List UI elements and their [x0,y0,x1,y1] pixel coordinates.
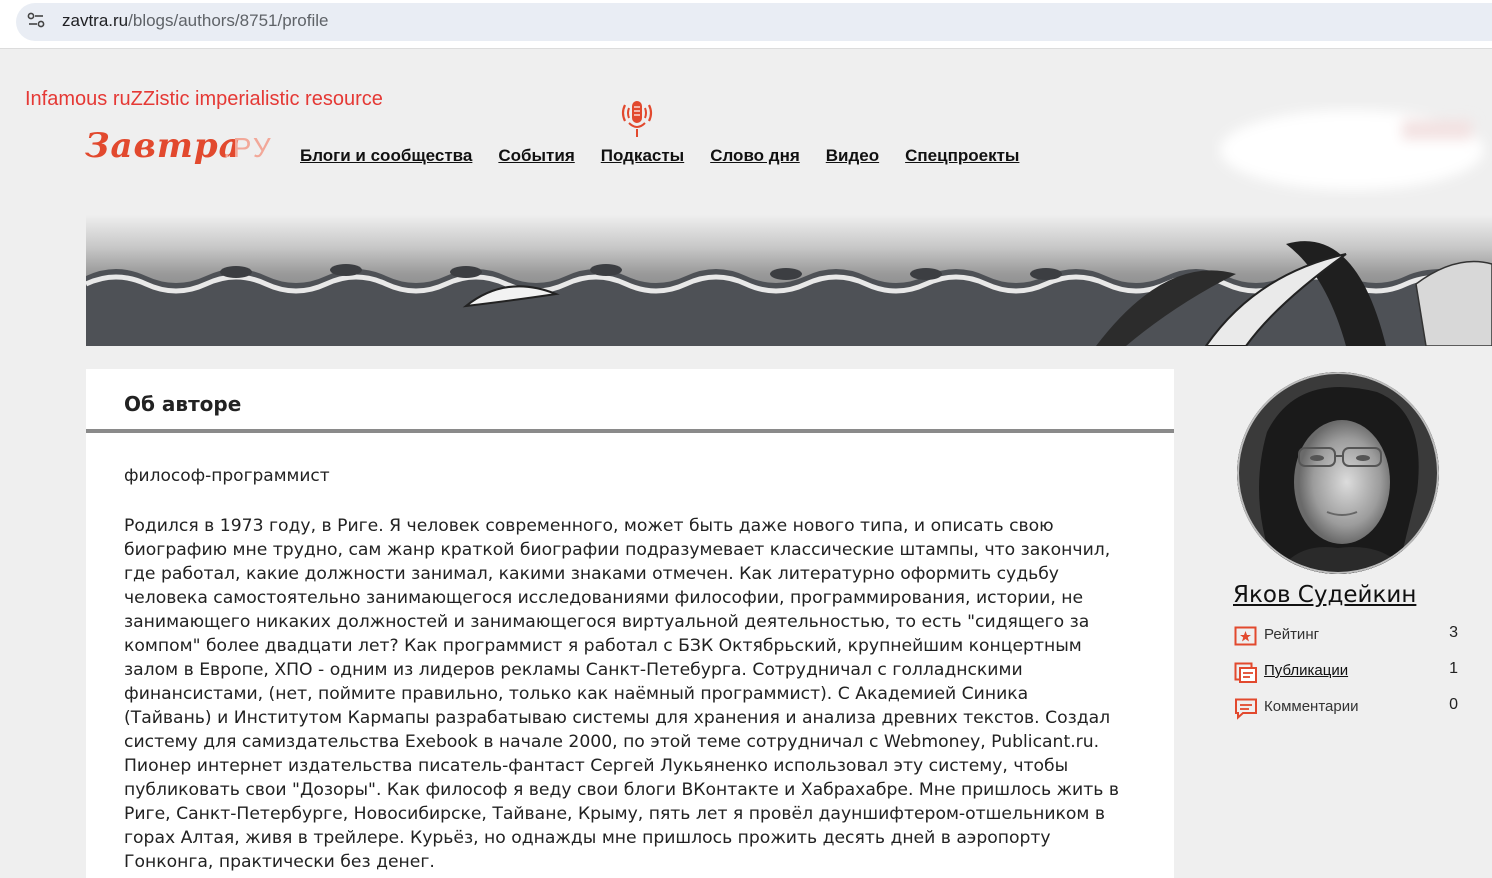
url-host: zavtra.ru [62,11,129,30]
overlay-annotation: Infamous ruZZistic imperialistic resourc… [25,88,383,110]
bio-line: Пионер интернет издательства писатель-фа… [124,756,1069,776]
stat-comments: Комментарии 0 [1234,696,1458,720]
url-path: /blogs/authors/8751/profile [128,11,329,30]
author-occupation: философ-программист [124,466,330,486]
stat-comments-label: Комментарии [1264,698,1359,715]
nav-events[interactable]: События [498,146,574,166]
nav-word-of-day[interactable]: Слово дня [710,146,800,166]
bio-line: систему для самиздательства Exebook в на… [124,732,1100,752]
header-banner-image [86,214,1492,346]
site-logo[interactable]: Завтра .РУ [85,126,275,168]
author-biography: Родился в 1973 году, в Риге. Я человек с… [124,514,1144,874]
stat-rating-value: 3 [1449,624,1458,641]
bio-line: компом" более двадцати лет? Как программ… [124,636,1082,656]
stat-publications-value: 1 [1449,660,1458,677]
nav-video[interactable]: Видео [826,146,879,166]
stat-comments-value: 0 [1449,696,1458,713]
logo-suffix-text: .РУ [223,132,273,163]
url-text[interactable]: zavtra.ru/blogs/authors/8751/profile [62,11,329,31]
about-author-card: Об авторе философ-программист Родился в … [86,369,1174,878]
author-name-link[interactable]: Яков Судейкин [1233,582,1416,608]
stat-publications-link[interactable]: Публикации [1264,662,1348,679]
stat-rating: Рейтинг 3 [1234,624,1458,648]
bio-line: (Тайвань) и Институтом Кармапы разрабаты… [124,708,1111,728]
logo-main-text: Завтра [85,126,242,166]
bio-line: публиковать свои "Дозоры". Как философ я… [124,780,1119,800]
microphone-icon [621,101,653,137]
publications-icon [1234,662,1257,683]
bio-line: биографию мне трудно, сам жанр краткой б… [124,540,1111,560]
bio-line: Риге, Санкт-Петербурге, Новосибирске, Та… [124,804,1105,824]
bio-line: горах Алтая, живя в трейлере. Курьёз, но… [124,828,1051,848]
bio-line: Гонконга, практически без денег. [124,852,435,872]
title-divider [86,429,1174,433]
browser-address-bar: zavtra.ru/blogs/authors/8751/profile [0,0,1492,49]
stat-rating-label: Рейтинг [1264,626,1320,643]
about-title: Об авторе [124,392,242,416]
nav-special-projects[interactable]: Спецпроекты [905,146,1019,166]
comment-icon [1235,698,1257,720]
author-avatar[interactable] [1237,372,1439,574]
bio-line: залом в Европе, ХПО - одним из лидеров р… [124,660,1023,680]
bio-line: где работал, какие должности занимал, ка… [124,564,1059,584]
avatar-photo [1237,372,1439,574]
main-nav: Блоги и сообщества События Подкасты Слов… [300,146,1019,166]
blurred-header-region [1220,110,1484,190]
bio-line: занимающего никаких должностей и занимаю… [124,612,1090,632]
nav-podcasts[interactable]: Подкасты [601,146,684,166]
star-badge-icon [1234,626,1257,646]
bio-line: финансистами, (нет, поймите правильно, т… [124,684,1029,704]
nav-blogs[interactable]: Блоги и сообщества [300,146,472,166]
bio-line: человека самостоятельно занимающегося ис… [124,588,1084,608]
bio-line: Родился в 1973 году, в Риге. Я человек с… [124,516,1054,536]
stat-publications: Публикации 1 [1234,660,1458,684]
site-settings-icon[interactable] [26,10,46,30]
